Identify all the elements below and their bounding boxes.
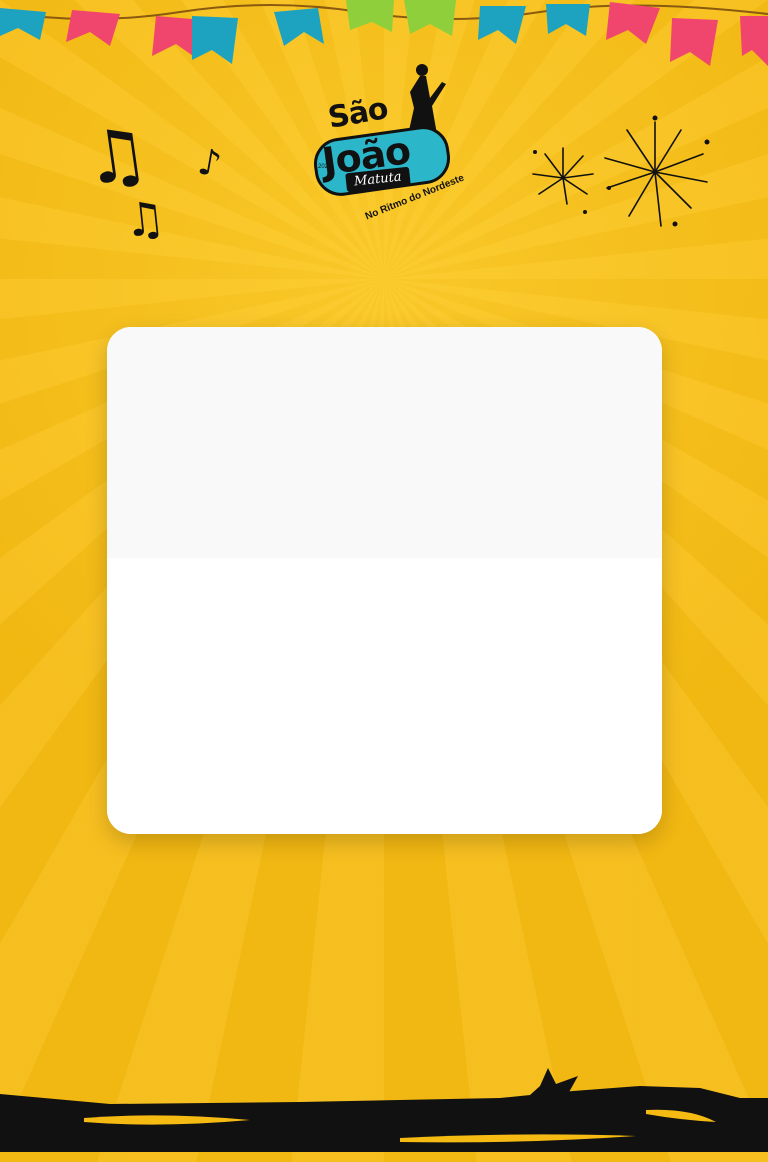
flag-teal xyxy=(478,6,526,44)
music-note-icon: ♫ xyxy=(78,109,155,203)
sao-joao-logo: São João 2024 Matuta No Ritmo do Nordest… xyxy=(300,60,470,222)
flag-pink xyxy=(740,16,768,66)
logo-year: 2024 xyxy=(318,164,332,170)
flag-teal xyxy=(192,16,238,64)
photo-frame-card xyxy=(107,327,662,834)
flag-green xyxy=(404,0,456,36)
cactus-ground-silhouette-icon xyxy=(0,1068,768,1152)
music-notes-icon: ♫ ♪ ♫ xyxy=(78,110,230,250)
flag-pink xyxy=(606,2,660,44)
flag-teal xyxy=(0,8,46,40)
caption-area[interactable] xyxy=(107,558,662,834)
fireworks-icon xyxy=(532,115,710,227)
flag-teal xyxy=(546,4,590,36)
music-note-icon: ♪ xyxy=(194,141,225,186)
flag-pink xyxy=(66,10,120,46)
flag-green xyxy=(346,0,394,32)
music-note-icon: ♫ xyxy=(121,189,168,249)
logo-title-sao: São xyxy=(325,91,391,136)
photo-area[interactable] xyxy=(107,327,662,558)
flag-teal xyxy=(274,8,324,46)
flag-pink xyxy=(670,18,718,66)
